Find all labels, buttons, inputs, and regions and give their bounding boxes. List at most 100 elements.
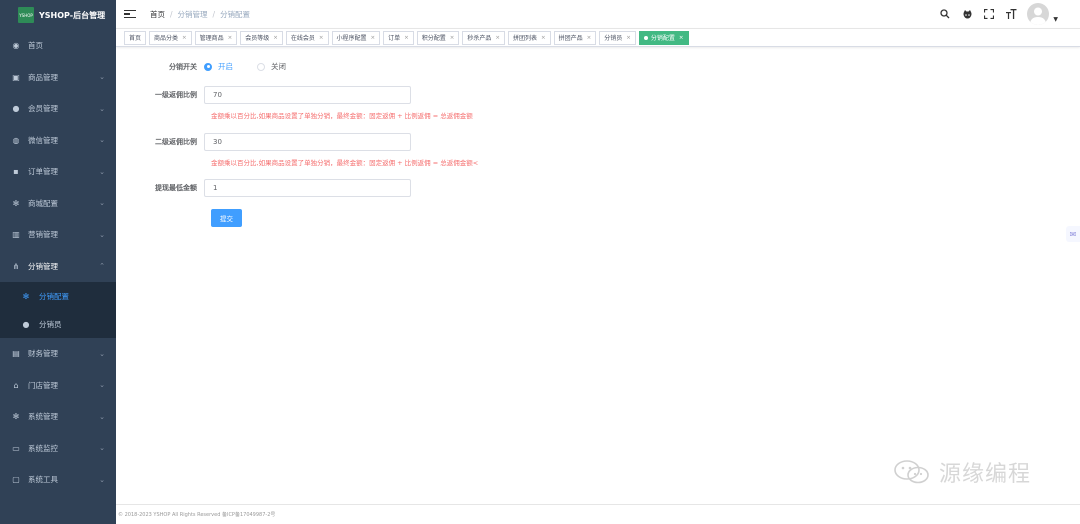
sidebar-item-label: 营销管理 [28,230,58,240]
sidebar-item-finance[interactable]: ▤ 财务管理 ⌄ [0,338,116,370]
sidebar-item-label: 分销管理 [28,261,58,271]
close-icon[interactable]: × [541,35,546,41]
avatar[interactable] [1027,3,1050,25]
side-widget-icon[interactable]: ✉ [1066,226,1080,242]
navbar: 首页 / 分销管理 / 分销配置 ▼ [116,0,1080,28]
level1-rate-label: 一级返佣比例 [155,91,197,99]
chevron-down-icon: ⌄ [99,444,105,453]
sidebar-item-marketing[interactable]: ▥ 营销管理 ⌄ [0,219,116,251]
breadcrumb-item: 分销管理 [177,9,208,19]
sidebar-item-wechat[interactable]: ◍ 微信管理 ⌄ [0,125,116,157]
form-row-level2: 二级返佣比例 [116,133,411,151]
hamburger-icon[interactable] [124,8,136,20]
sidebar-item-system[interactable]: ✻ 系统管理 ⌄ [0,401,116,433]
close-icon[interactable]: × [404,35,409,41]
breadcrumb: 首页 / 分销管理 / 分销配置 [150,9,251,20]
font-size-icon[interactable] [1005,8,1017,20]
distribution-switch-label: 分销开关 [169,62,197,71]
tag-item[interactable]: 在线会员 × [285,30,329,45]
distribution-submenu: ✻ 分销配置 ● 分销员 [0,282,116,338]
share-icon: ⋔ [12,261,20,271]
sidebar-item-shop-config[interactable]: ✻ 商城配置 ⌄ [0,188,116,220]
chevron-down-icon: ⌄ [99,199,105,208]
store-icon: ⌂ [13,380,19,390]
close-icon[interactable]: × [273,35,278,41]
close-icon[interactable]: × [319,35,324,41]
close-icon[interactable]: × [626,35,631,41]
sidebar-item-label: 系统监控 [28,443,58,453]
user-icon: ● [22,319,30,329]
sidebar-item-orders[interactable]: ▪ 订单管理 ⌄ [0,156,116,188]
tag-item[interactable]: 小程序配置 × [331,30,381,45]
github-icon[interactable] [961,8,973,20]
tag-item[interactable]: 拼团列表 × [508,30,551,45]
chevron-up-icon: ⌃ [99,262,105,271]
sidebar-item-tools[interactable]: ▢ 系统工具 ⌄ [0,464,116,496]
chevron-down-icon: ⌄ [99,475,105,484]
sidebar-item-distribution[interactable]: ⋔ 分销管理 ⌃ [0,251,116,283]
caret-down-icon[interactable]: ▼ [1053,16,1058,23]
sidebar-subitem-distributors[interactable]: ● 分销员 [0,310,116,338]
lock-icon: ▪ [13,167,19,177]
wechat-logo-icon [894,460,929,484]
level1-rate-input[interactable] [204,86,411,104]
sidebar-subitem-label: 分销员 [39,319,62,329]
sidebar-item-label: 财务管理 [28,349,58,359]
sidebar-item-store[interactable]: ⌂ 门店管理 ⌄ [0,370,116,402]
fullscreen-icon[interactable] [983,8,995,20]
tag-item[interactable]: 积分配置 × [416,30,460,45]
breadcrumb-item[interactable]: 首页 [150,9,165,20]
sidebar-subitem-distribution-config[interactable]: ✻ 分销配置 [0,282,116,310]
level2-rate-input[interactable] [204,133,411,151]
sidebar-item-label: 系统工具 [28,475,58,485]
submit-button[interactable]: 提交 [211,209,242,227]
tools-icon: ▢ [12,475,20,485]
tag-item[interactable]: 商品分类 × [149,30,192,45]
radio-off[interactable]: 关闭 [257,61,286,72]
sidebar-item-label: 门店管理 [28,380,58,390]
monitor-icon: ▭ [12,443,20,453]
chevron-down-icon: ⌄ [99,104,105,113]
tag-item[interactable]: 分销员 × [599,30,636,45]
close-icon[interactable]: × [587,35,592,41]
close-icon[interactable]: × [228,35,233,41]
sidebar: YSHOP YSHOP-后台管理 ◉ 首页 ▣ 商品管理 ⌄ ● 会员管理 ⌄ … [0,0,116,524]
brand-title: YSHOP-后台管理 [39,10,106,20]
close-icon[interactable]: × [450,35,455,41]
search-icon[interactable] [939,8,951,20]
close-icon[interactable]: × [371,35,376,41]
radio-on[interactable]: 开启 [204,61,233,72]
wechat-icon: ◍ [12,135,20,145]
chevron-down-icon: ⌄ [99,73,105,82]
goods-icon: ▣ [12,72,20,82]
breadcrumb-item: 分销配置 [220,9,251,19]
sidebar-item-label: 系统管理 [28,412,58,422]
tag-active[interactable]: 分销配置 × [638,30,689,45]
tag-item[interactable]: 订单 × [383,30,414,45]
brand[interactable]: YSHOP YSHOP-后台管理 [0,0,116,30]
level2-rate-label: 二级返佣比例 [155,138,197,146]
close-icon[interactable]: × [182,35,187,41]
chevron-down-icon: ⌄ [99,230,105,239]
sidebar-item-home[interactable]: ◉ 首页 [0,30,116,62]
tag-item[interactable]: 拼团产品 × [553,30,597,45]
level2-hint: 金额乘以百分比,如果商品设置了单独分销，最终金额：固定返佣 + 比例返佣 = 总… [211,159,479,167]
tag-home[interactable]: 首页 [124,30,147,45]
sidebar-item-monitor[interactable]: ▭ 系统监控 ⌄ [0,433,116,465]
close-icon[interactable]: × [679,35,684,41]
sidebar-item-goods[interactable]: ▣ 商品管理 ⌄ [0,62,116,94]
tag-item[interactable]: 秒杀产品 × [462,30,506,45]
tag-item[interactable]: 会员等级 × [240,30,283,45]
close-icon[interactable]: × [495,35,500,41]
min-withdraw-input[interactable] [204,179,411,197]
min-withdraw-label: 提现最低金额 [155,184,197,192]
chevron-down-icon: ⌄ [99,412,105,421]
sidebar-menu: ◉ 首页 ▣ 商品管理 ⌄ ● 会员管理 ⌄ ◍ 微信管理 ⌄ ▪ 订单管理 ⌄… [0,30,116,282]
tag-item[interactable]: 管理商品 × [194,30,238,45]
chevron-down-icon: ⌄ [99,136,105,145]
watermark: 源缘编程 [893,456,1031,488]
main-content: 分销开关 开启 关闭 一级返佣比例 金额乘以百分比,如果商品设置了单独分销，最终… [116,48,1080,504]
chart-icon: ▥ [12,230,20,240]
system-gear-icon: ✻ [12,412,20,422]
sidebar-item-members[interactable]: ● 会员管理 ⌄ [0,93,116,125]
